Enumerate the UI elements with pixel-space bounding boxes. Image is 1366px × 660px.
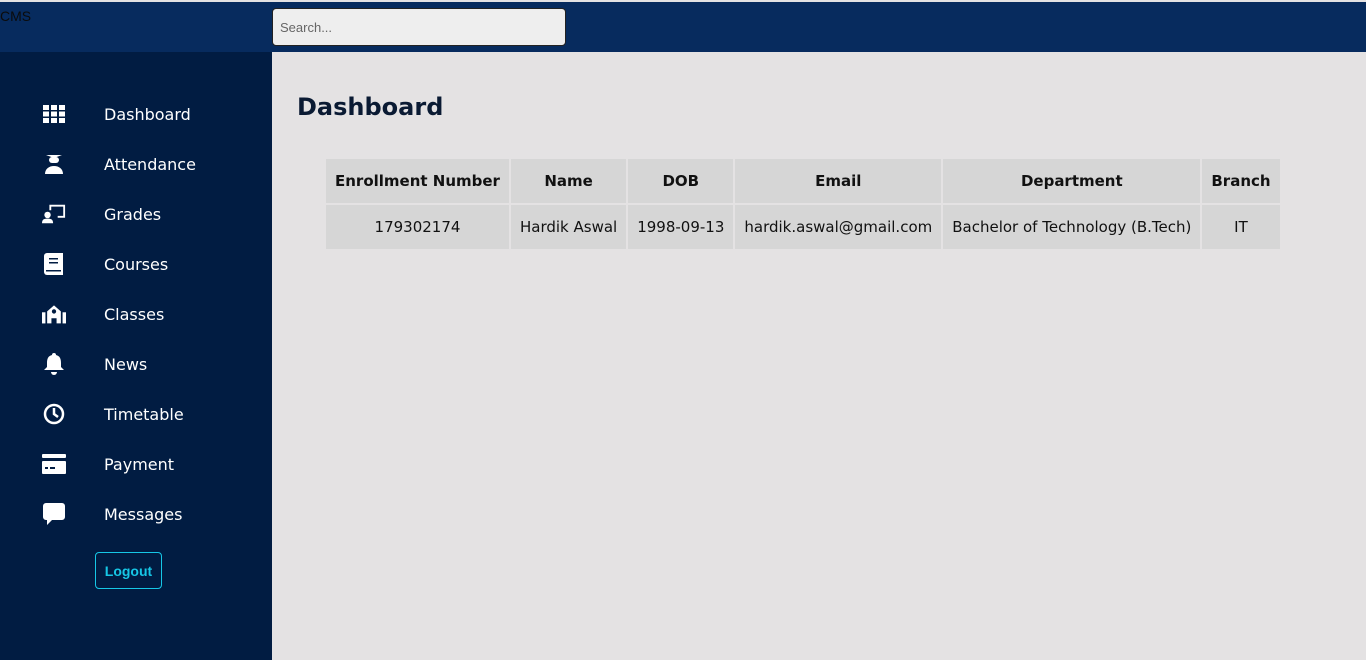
sidebar-item-label: Payment (104, 454, 175, 474)
sidebar-item-courses[interactable]: Courses (0, 244, 272, 284)
sidebar-item-grades[interactable]: Grades (0, 194, 272, 234)
column-header: Branch (1202, 159, 1280, 203)
top-bar: CMS (0, 2, 1366, 52)
table-row: 179302174 Hardik Aswal 1998-09-13 hardik… (326, 205, 1280, 249)
book-icon (42, 252, 66, 276)
sidebar-item-label: Timetable (104, 404, 184, 424)
column-header: DOB (628, 159, 734, 203)
column-header: Email (735, 159, 942, 203)
sidebar-item-label: Classes (104, 304, 165, 324)
table-cell: IT (1202, 205, 1280, 249)
sidebar: Dashboard Attendance Grades Courses Clas… (0, 52, 272, 660)
sidebar-item-timetable[interactable]: Timetable (0, 394, 272, 434)
sidebar-item-news[interactable]: News (0, 344, 272, 384)
column-header: Enrollment Number (326, 159, 509, 203)
table-cell: Bachelor of Technology (B.Tech) (943, 205, 1201, 249)
graduate-icon (42, 152, 66, 176)
school-icon (42, 302, 66, 326)
clock-icon (42, 402, 66, 426)
sidebar-item-label: News (104, 354, 148, 374)
brand-logo-text: CMS (0, 8, 32, 24)
grid-icon (42, 102, 66, 126)
table-cell: Hardik Aswal (510, 205, 627, 249)
sidebar-item-label: Dashboard (104, 104, 191, 124)
student-table: Enrollment Number Name DOB Email Departm… (324, 157, 1282, 251)
message-icon (42, 502, 66, 526)
table-header-row: Enrollment Number Name DOB Email Departm… (326, 159, 1280, 203)
sidebar-item-messages[interactable]: Messages (0, 494, 272, 534)
table-cell: 1998-09-13 (628, 205, 734, 249)
sidebar-item-attendance[interactable]: Attendance (0, 144, 272, 184)
credit-card-icon (42, 452, 66, 476)
sidebar-item-label: Messages (104, 504, 183, 524)
logout-button[interactable]: Logout (95, 552, 162, 589)
column-header: Department (943, 159, 1201, 203)
sidebar-item-payment[interactable]: Payment (0, 444, 272, 484)
teacher-board-icon (42, 202, 66, 226)
bell-icon (42, 352, 66, 376)
sidebar-item-dashboard[interactable]: Dashboard (0, 94, 272, 134)
column-header: Name (510, 159, 627, 203)
sidebar-item-label: Courses (104, 254, 169, 274)
table-cell: hardik.aswal@gmail.com (735, 205, 942, 249)
table-cell: 179302174 (326, 205, 509, 249)
search-input[interactable] (272, 8, 566, 46)
sidebar-item-label: Grades (104, 204, 162, 224)
sidebar-item-label: Attendance (104, 154, 196, 174)
sidebar-item-classes[interactable]: Classes (0, 294, 272, 334)
page-title: Dashboard (297, 93, 444, 121)
